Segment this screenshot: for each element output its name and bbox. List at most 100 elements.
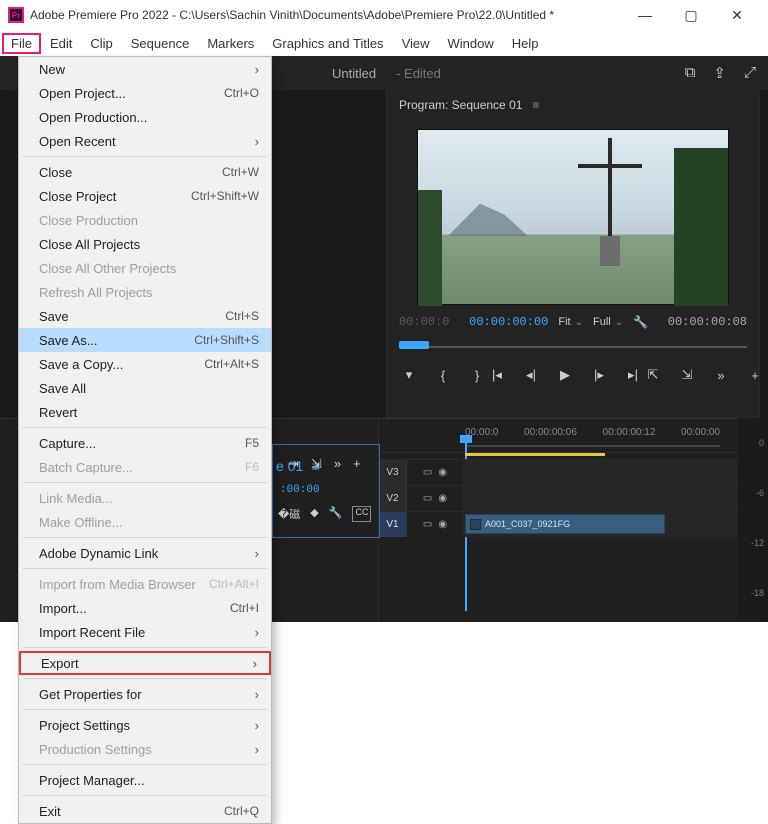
wrench-icon[interactable]: 🔧	[329, 506, 343, 522]
mark-in-button[interactable]: {	[433, 368, 453, 383]
insert-button[interactable]: ⇥	[288, 456, 299, 472]
file-menu-open-recent[interactable]: Open Recent›	[19, 129, 271, 153]
file-menu-save-a-copy[interactable]: Save a Copy...Ctrl+Alt+S	[19, 352, 271, 376]
file-menu-get-properties-for[interactable]: Get Properties for›	[19, 682, 271, 706]
file-menu-export[interactable]: Export›	[19, 651, 271, 675]
window-titlebar: Pr Adobe Premiere Pro 2022 - C:\Users\Sa…	[0, 0, 768, 30]
resolution-dropdown[interactable]: Full	[593, 316, 623, 328]
menu-graphics-and-titles[interactable]: Graphics and Titles	[263, 33, 392, 54]
audio-meter: 0-6-12-18	[738, 418, 768, 618]
workspace-tab-untitled[interactable]: Untitled	[332, 66, 376, 81]
menu-view[interactable]: View	[393, 33, 439, 54]
menu-sequence[interactable]: Sequence	[122, 33, 199, 54]
tree-left	[418, 190, 442, 306]
more-buttons[interactable]: »	[711, 368, 731, 383]
file-menu-close-all-other-projects: Close All Other Projects	[19, 256, 271, 280]
file-menu-revert[interactable]: Revert	[19, 400, 271, 424]
file-menu-close-project[interactable]: Close ProjectCtrl+Shift+W	[19, 184, 271, 208]
file-menu-project-settings[interactable]: Project Settings›	[19, 713, 271, 737]
zoom-fit-dropdown[interactable]: Fit	[558, 316, 583, 328]
menu-clip[interactable]: Clip	[81, 33, 121, 54]
clip-name: A001_C037_0921FG	[485, 519, 570, 529]
toggle-output-icon[interactable]: ▭	[423, 467, 432, 478]
file-menu-open-production[interactable]: Open Production...	[19, 105, 271, 129]
tree-right	[674, 148, 728, 306]
export-icon[interactable]: ⇪	[713, 64, 726, 82]
timeline-clip[interactable]: A001_C037_0921FG	[465, 514, 665, 534]
step-back-button[interactable]: ◂|	[521, 367, 541, 383]
file-menu-project-manager[interactable]: Project Manager...	[19, 768, 271, 792]
close-button[interactable]: ✕	[714, 0, 760, 30]
source-timecode-row: :00:00	[280, 484, 320, 496]
mark-out-button[interactable]: }	[467, 368, 487, 383]
file-menu-adobe-dynamic-link[interactable]: Adobe Dynamic Link›	[19, 541, 271, 565]
button-editor[interactable]: +	[745, 368, 765, 383]
file-menu-close[interactable]: CloseCtrl+W	[19, 160, 271, 184]
source-tc[interactable]: :00:00	[280, 484, 320, 496]
new-item-icon[interactable]: ⧉	[685, 64, 696, 82]
file-menu-exit[interactable]: ExitCtrl+Q	[19, 799, 271, 823]
fx-badge[interactable]	[470, 519, 481, 530]
cross-vertical	[608, 138, 612, 238]
add-marker-button[interactable]: ▾	[399, 367, 419, 383]
program-tc-left: 00:00:0	[399, 315, 449, 329]
pedestal	[600, 236, 620, 266]
menu-window[interactable]: Window	[439, 33, 503, 54]
track-v2[interactable]: V2 ▭ ◉	[379, 485, 756, 511]
cc-icon[interactable]: CC	[352, 506, 371, 522]
file-menu-import-from-media-browser: Import from Media BrowserCtrl+Alt+I	[19, 572, 271, 596]
file-menu-save[interactable]: SaveCtrl+S	[19, 304, 271, 328]
toggle-sync-lock-icon[interactable]: ◉	[438, 467, 447, 478]
source-button-editor[interactable]: +	[353, 456, 361, 472]
file-menu-save-as[interactable]: Save As...Ctrl+Shift+S	[19, 328, 271, 352]
program-preview[interactable]	[417, 129, 729, 305]
settings-icon[interactable]: 🔧	[633, 315, 648, 329]
panel-menu-icon[interactable]: ≡	[532, 98, 539, 112]
toggle-output-icon[interactable]: ▭	[423, 493, 432, 504]
timeline-time-ruler[interactable]: 00:00:000:00:00:0600:00:00:1200:00:00	[465, 427, 720, 438]
file-menu-capture[interactable]: Capture...F5	[19, 431, 271, 455]
track-label[interactable]: V1	[379, 512, 407, 537]
file-menu-refresh-all-projects: Refresh All Projects	[19, 280, 271, 304]
fullscreen-icon[interactable]: ⤢	[744, 64, 756, 82]
toggle-sync-lock-icon[interactable]: ◉	[438, 519, 447, 530]
file-menu-production-settings: Production Settings›	[19, 737, 271, 761]
go-to-out-button[interactable]: ▸|	[623, 367, 643, 383]
file-menu-save-all[interactable]: Save All	[19, 376, 271, 400]
track-label[interactable]: V3	[379, 460, 407, 485]
program-tc-current[interactable]: 00:00:00:00	[469, 315, 548, 329]
menu-help[interactable]: Help	[503, 33, 548, 54]
menu-edit[interactable]: Edit	[41, 33, 81, 54]
toggle-output-icon[interactable]: ▭	[423, 519, 432, 530]
maximize-button[interactable]: ▢	[668, 0, 714, 30]
program-playhead[interactable]	[399, 341, 429, 349]
extract-button[interactable]: ⇲	[677, 367, 697, 383]
timeline-work-area[interactable]	[465, 453, 605, 456]
track-label[interactable]: V2	[379, 486, 407, 511]
play-button[interactable]: ▶	[555, 367, 575, 383]
file-menu-link-media: Link Media...	[19, 486, 271, 510]
snap-icon[interactable]: �磁	[278, 506, 300, 522]
program-monitor: Program: Sequence 01 ≡ 00:00:0 00:00:00:…	[386, 90, 760, 418]
track-v3[interactable]: V3 ▭ ◉	[379, 459, 756, 485]
file-menu-import-recent-file[interactable]: Import Recent File›	[19, 620, 271, 644]
lift-button[interactable]: ⇱	[643, 367, 663, 383]
file-menu-new[interactable]: New›	[19, 57, 271, 81]
toggle-sync-lock-icon[interactable]: ◉	[438, 493, 447, 504]
go-to-in-button[interactable]: |◂	[487, 367, 507, 383]
file-menu-import[interactable]: Import...Ctrl+I	[19, 596, 271, 620]
overwrite-button[interactable]: ⇲	[311, 456, 322, 472]
minimize-button[interactable]: ―	[622, 0, 668, 30]
file-menu-make-offline: Make Offline...	[19, 510, 271, 534]
program-scrub-bar[interactable]	[399, 337, 747, 359]
file-menu-batch-capture: Batch Capture...F6	[19, 455, 271, 479]
menu-markers[interactable]: Markers	[198, 33, 263, 54]
step-forward-button[interactable]: |▸	[589, 367, 609, 383]
file-menu-open-project[interactable]: Open Project...Ctrl+O	[19, 81, 271, 105]
track-v1[interactable]: V1 ▭ ◉ A001_C037_0921FG	[379, 511, 756, 537]
window-title: Adobe Premiere Pro 2022 - C:\Users\Sachi…	[30, 8, 622, 22]
marker-icon[interactable]: ◆	[310, 506, 318, 522]
file-menu-close-all-projects[interactable]: Close All Projects	[19, 232, 271, 256]
menu-file[interactable]: File	[2, 33, 41, 54]
more-source-buttons[interactable]: »	[334, 456, 341, 472]
